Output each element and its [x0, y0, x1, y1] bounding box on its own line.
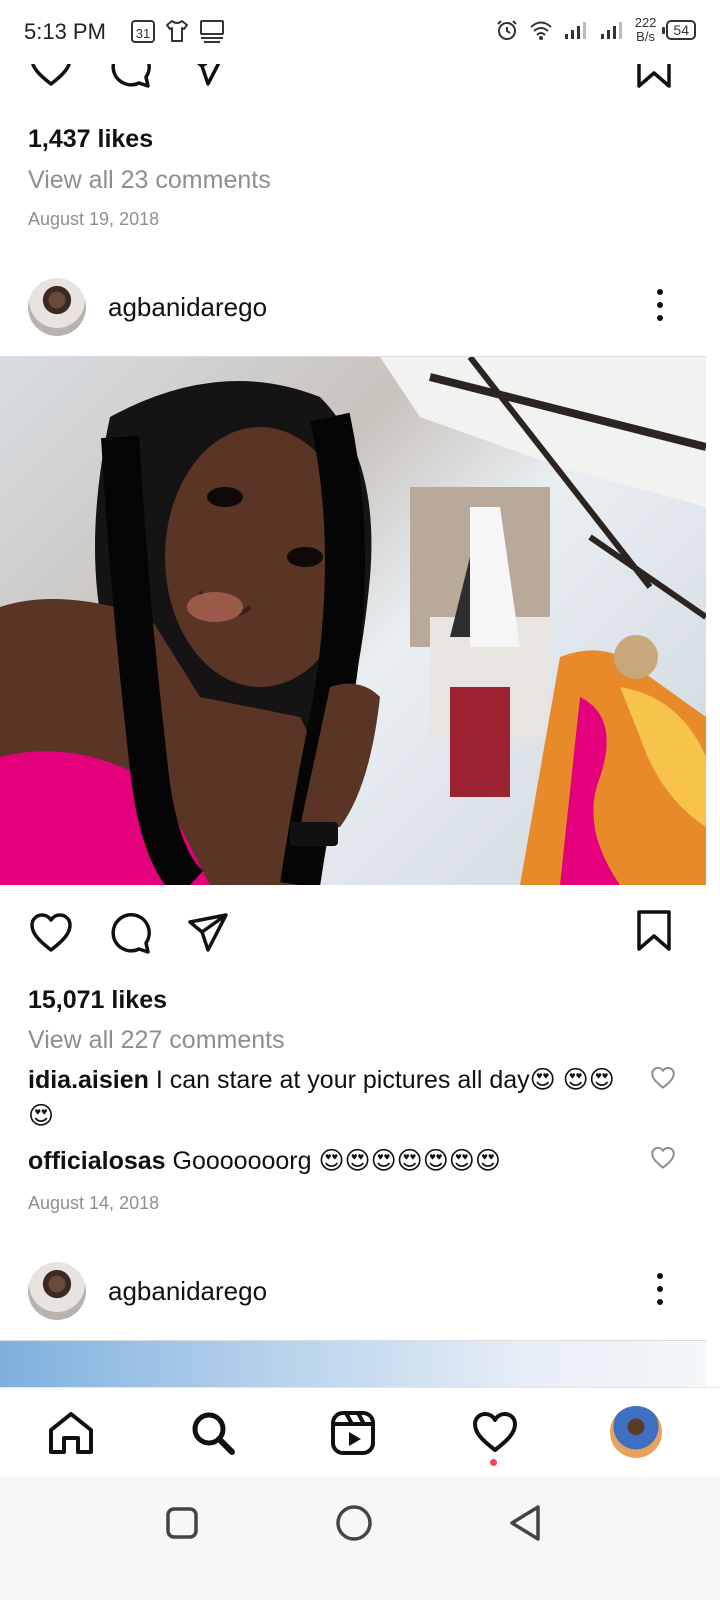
tshirt-icon	[166, 20, 188, 42]
notification-dot	[490, 1459, 497, 1466]
post-photo[interactable]	[0, 1341, 706, 1391]
system-navigation-bar	[0, 1477, 720, 1600]
post-header: agbanidarego	[0, 1252, 720, 1332]
home-icon[interactable]	[46, 1408, 96, 1458]
svg-text:31: 31	[136, 26, 150, 41]
comment: idia.aisien I can stare at your pictures…	[28, 1062, 628, 1134]
comment-icon[interactable]	[108, 912, 152, 954]
back-triangle-icon[interactable]	[506, 1503, 546, 1543]
battery-indicator: 54	[662, 20, 696, 40]
signal-icon	[564, 22, 586, 39]
profile-avatar[interactable]	[610, 1406, 662, 1458]
comment-username[interactable]: officialosas	[28, 1147, 166, 1175]
comment-like-icon[interactable]	[650, 1146, 676, 1170]
view-comments-link[interactable]: View all 227 comments	[28, 1026, 285, 1055]
status-time: 5:13 PM	[24, 19, 106, 44]
photo-illustration	[0, 357, 706, 885]
post-photo[interactable]	[0, 357, 706, 885]
bookmark-icon[interactable]	[634, 909, 674, 953]
alarm-icon	[497, 20, 517, 40]
post-header: agbanidarego	[0, 268, 720, 348]
avatar[interactable]	[28, 278, 86, 336]
computer-icon	[200, 20, 224, 43]
recents-square-icon[interactable]	[164, 1505, 200, 1541]
calendar-icon: 31	[131, 20, 155, 43]
more-options-icon[interactable]	[648, 282, 672, 332]
signal-icon-2	[600, 22, 622, 39]
post-date: August 19, 2018	[28, 209, 160, 229]
comment: officialosas Gooooooorg 😍😍😍😍😍😍😍	[28, 1143, 628, 1179]
activity-heart-icon[interactable]	[470, 1408, 520, 1458]
post-actions	[0, 58, 720, 98]
comment-text: Gooooooorg 😍😍😍😍😍😍😍	[172, 1147, 501, 1175]
username[interactable]: agbanidarego	[108, 292, 267, 323]
more-options-icon[interactable]	[648, 1266, 672, 1316]
post-date: August 14, 2018	[28, 1193, 160, 1213]
share-icon[interactable]	[186, 912, 230, 954]
likes-count[interactable]: 1,437 likes	[28, 125, 153, 154]
post-actions	[0, 909, 720, 982]
comment-username[interactable]: idia.aisien	[28, 1066, 149, 1094]
bottom-navigation	[0, 1387, 720, 1477]
likes-count[interactable]: 15,071 likes	[28, 986, 167, 1015]
status-bar: 5:13 PM 31 222 B/s 54	[0, 0, 720, 64]
wifi-icon	[530, 21, 552, 40]
heart-icon[interactable]	[28, 912, 74, 954]
network-speed: 222 B/s	[634, 15, 657, 44]
search-icon[interactable]	[188, 1408, 238, 1458]
view-comments-link[interactable]: View all 23 comments	[28, 166, 271, 195]
reels-icon[interactable]	[328, 1408, 378, 1458]
comment-like-icon[interactable]	[650, 1066, 676, 1090]
avatar[interactable]	[28, 1262, 86, 1320]
home-circle-icon[interactable]	[334, 1503, 374, 1543]
username[interactable]: agbanidarego	[108, 1276, 267, 1307]
